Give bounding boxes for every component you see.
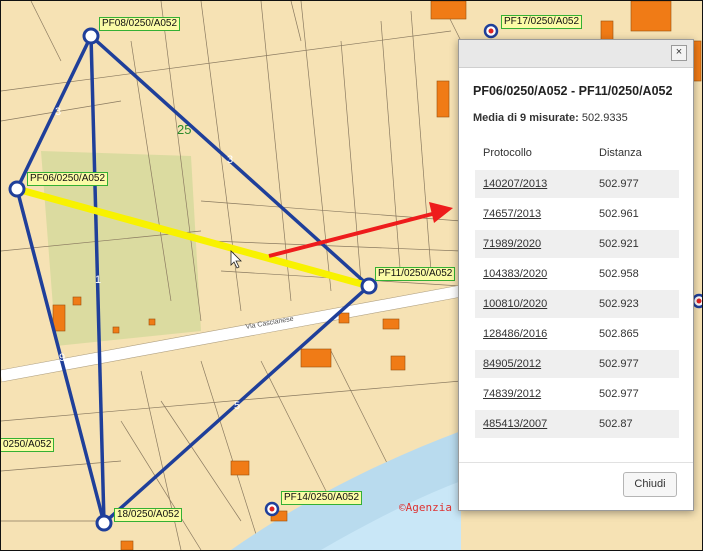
average-value: 502.9335 xyxy=(581,112,628,124)
distance-value: 502.87 xyxy=(591,408,679,438)
point-marker-pf11[interactable] xyxy=(360,277,378,295)
distance-value: 502.977 xyxy=(591,348,679,379)
count-label: 3 xyxy=(227,154,233,166)
point-label-pf17: PF17/0250/A052 xyxy=(501,15,583,29)
table-row: 100810/2020 502.923 xyxy=(475,288,679,319)
distance-value: 502.865 xyxy=(591,318,679,349)
column-header-protocol: Protocollo xyxy=(483,147,532,159)
protocol-link[interactable]: 140207/2013 xyxy=(475,168,591,199)
point-label-pf14: PF14/0250/A052 xyxy=(281,491,363,505)
protocol-link[interactable]: 84905/2012 xyxy=(475,348,591,379)
point-marker-pf06[interactable] xyxy=(8,180,26,198)
protocol-link[interactable]: 71989/2020 xyxy=(475,228,591,259)
protocol-link[interactable]: 100810/2020 xyxy=(475,288,591,319)
protocol-link[interactable]: 104383/2020 xyxy=(475,258,591,289)
point-label-pf11: PF11/0250/A052 xyxy=(375,267,456,281)
footer-divider xyxy=(459,462,693,463)
table-row: 71989/2020 502.921 xyxy=(475,228,679,259)
close-button[interactable]: Chiudi xyxy=(623,472,677,497)
measurement-popup: × PF06/0250/A052 - PF11/0250/A052 Media … xyxy=(458,39,694,511)
count-label: 3 xyxy=(55,106,61,118)
distance-value: 502.961 xyxy=(591,198,679,229)
map-frame: 25 Via Cascianese 3 3 1 9 5 PF08/0250/A0… xyxy=(0,0,703,551)
distance-value: 502.923 xyxy=(591,288,679,319)
point-label-pf18: 18/0250/A052 xyxy=(114,508,183,522)
point-marker-pf18[interactable] xyxy=(95,514,113,532)
protocol-link[interactable]: 485413/2007 xyxy=(475,408,591,438)
distance-value: 502.921 xyxy=(591,228,679,259)
count-label: 5 xyxy=(234,400,240,412)
average-summary: Media di 9 misurate: 502.9335 xyxy=(473,112,628,124)
table-row: 104383/2020 502.958 xyxy=(475,258,679,289)
table-row: 74657/2013 502.961 xyxy=(475,198,679,229)
average-label: Media di 9 misurate: xyxy=(473,112,579,124)
table-row: 128486/2016 502.865 xyxy=(475,318,679,349)
popup-header: × xyxy=(459,40,693,68)
distance-value: 502.977 xyxy=(591,378,679,409)
measurements-table: Protocollo Distanza 140207/2013 502.977 7… xyxy=(475,138,679,438)
point-label-edge: 0250/A052 xyxy=(1,438,55,452)
table-row: 74839/2012 502.977 xyxy=(475,378,679,409)
table-row: 140207/2013 502.977 xyxy=(475,168,679,199)
point-label-pf06: PF06/0250/A052 xyxy=(27,172,109,186)
close-icon[interactable]: × xyxy=(671,45,687,61)
distance-value: 502.958 xyxy=(591,258,679,289)
distance-value: 502.977 xyxy=(591,168,679,199)
count-label: 9 xyxy=(59,352,65,364)
count-label: 1 xyxy=(95,274,101,286)
protocol-link[interactable]: 128486/2016 xyxy=(475,318,591,349)
point-label-pf08: PF08/0250/A052 xyxy=(99,17,181,31)
popup-title: PF06/0250/A052 - PF11/0250/A052 xyxy=(473,84,673,98)
point-marker-pf08[interactable] xyxy=(82,27,100,45)
table-row: 84905/2012 502.977 xyxy=(475,348,679,379)
protocol-link[interactable]: 74839/2012 xyxy=(475,378,591,409)
column-header-distance: Distanza xyxy=(599,147,642,159)
table-row: 485413/2007 502.87 xyxy=(475,408,679,438)
protocol-link[interactable]: 74657/2013 xyxy=(475,198,591,229)
